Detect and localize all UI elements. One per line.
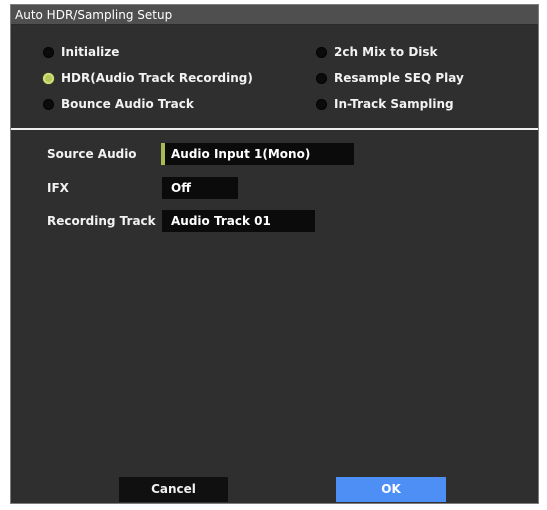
radio-label-in-track: In-Track Sampling	[334, 97, 454, 111]
radio-indicator-icon	[43, 46, 54, 58]
radio-indicator-icon	[43, 98, 54, 110]
recording-track-label: Recording Track	[47, 214, 156, 228]
radio-in-track-sampling[interactable]: In-Track Sampling	[316, 94, 454, 114]
radio-indicator-icon	[316, 72, 327, 84]
ifx-label: IFX	[47, 181, 69, 195]
radio-label-initialize: Initialize	[61, 45, 120, 59]
radio-resample-seq-play[interactable]: Resample SEQ Play	[316, 68, 464, 88]
source-audio-label: Source Audio	[47, 147, 137, 161]
section-divider	[11, 128, 538, 130]
radio-indicator-icon	[316, 98, 327, 110]
radio-indicator-selected-icon	[43, 72, 54, 84]
cancel-button[interactable]: Cancel	[119, 477, 228, 502]
radio-indicator-icon	[316, 46, 327, 58]
radio-2ch-mix-to-disk[interactable]: 2ch Mix to Disk	[316, 42, 438, 62]
radio-hdr-audio-track-recording[interactable]: HDR(Audio Track Recording)	[43, 68, 253, 88]
auto-hdr-sampling-dialog: Auto HDR/Sampling Setup Initialize HDR(A…	[10, 4, 539, 504]
radio-initialize[interactable]: Initialize	[43, 42, 119, 62]
source-audio-field[interactable]: Audio Input 1(Mono)	[161, 143, 354, 165]
ok-button[interactable]: OK	[336, 477, 446, 502]
ifx-field[interactable]: Off	[162, 177, 238, 199]
radio-label-hdr: HDR(Audio Track Recording)	[61, 71, 253, 85]
dialog-title: Auto HDR/Sampling Setup	[11, 5, 538, 25]
radio-label-resample: Resample SEQ Play	[334, 71, 464, 85]
radio-label-2ch-mix: 2ch Mix to Disk	[334, 45, 438, 59]
recording-track-field[interactable]: Audio Track 01	[162, 210, 315, 232]
radio-label-bounce: Bounce Audio Track	[61, 97, 194, 111]
radio-bounce-audio-track[interactable]: Bounce Audio Track	[43, 94, 194, 114]
